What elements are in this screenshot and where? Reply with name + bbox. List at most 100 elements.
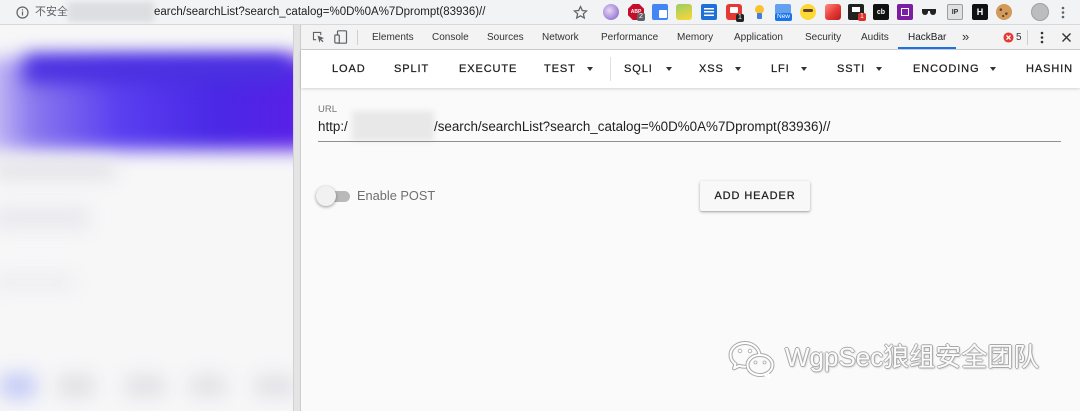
device-toolbar-icon[interactable] xyxy=(334,30,348,44)
ip-extension-icon[interactable]: IP xyxy=(947,4,963,20)
sunglasses-lens-left xyxy=(922,10,928,15)
tab-hackbar[interactable]: HackBar xyxy=(908,31,946,44)
split-button[interactable]: SPLIT xyxy=(394,61,429,77)
toggle-thumb xyxy=(316,186,336,206)
button-label: XSS xyxy=(699,63,724,75)
blurred-text-block xyxy=(0,161,115,179)
enable-post-toggle[interactable]: Enable POST xyxy=(315,185,437,207)
caret-down-icon xyxy=(800,67,807,71)
more-vert-icon[interactable] xyxy=(1040,31,1044,44)
translate-icon[interactable] xyxy=(652,4,668,20)
url-input-underline xyxy=(318,141,1061,142)
caret-down-icon xyxy=(990,67,997,71)
toolbar-separator xyxy=(1027,30,1028,45)
dark-extension-icon[interactable]: 1 xyxy=(848,4,866,21)
security-label[interactable]: 不安全 xyxy=(35,5,68,19)
button-label: SPLIT xyxy=(394,63,430,75)
button-label: LFI xyxy=(771,63,790,75)
error-count[interactable]: 5 xyxy=(1016,31,1022,44)
tab-elements[interactable]: Elements xyxy=(372,31,414,44)
caret-down-icon xyxy=(734,67,741,71)
active-tab-indicator xyxy=(898,47,956,49)
button-label: ENCODING xyxy=(913,63,980,75)
cookie-glyph xyxy=(996,4,1012,20)
lfi-menu-button[interactable]: LFI xyxy=(771,61,807,77)
blurred-icon xyxy=(125,375,165,397)
ssti-menu-button[interactable]: SSTI xyxy=(837,61,883,77)
cube-icon[interactable] xyxy=(825,4,841,20)
caret-down-icon xyxy=(665,67,672,71)
sunglasses-bridge xyxy=(922,9,936,11)
inspect-element-icon[interactable] xyxy=(312,31,325,44)
extension-label: cb xyxy=(876,8,886,16)
extension-badge: 1 xyxy=(858,13,866,21)
tab-memory[interactable]: Memory xyxy=(677,31,713,44)
pin-base xyxy=(757,13,762,19)
purple-box-detail xyxy=(901,8,909,16)
extension-badge: New xyxy=(775,13,793,21)
face-icon[interactable] xyxy=(800,4,816,20)
tab-network[interactable]: Network xyxy=(542,31,579,44)
face-glyph xyxy=(800,4,816,20)
sqli-menu-button[interactable]: SQLI xyxy=(624,61,672,77)
more-vert-icon[interactable] xyxy=(1061,6,1065,19)
address-bar-url[interactable]: earch/searchList?search_catalog=%0D%0A%7… xyxy=(154,5,485,19)
url-input[interactable]: http:/ /search/searchList?search_catalog… xyxy=(318,110,1061,142)
green-extension-icon[interactable] xyxy=(676,4,692,20)
button-label: TEST xyxy=(544,63,576,75)
tab-audits[interactable]: Audits xyxy=(861,31,889,44)
extension-label: H xyxy=(976,7,984,17)
blurred-icon xyxy=(190,375,226,397)
adblock-plus-icon[interactable]: ABP 2 xyxy=(628,4,645,21)
blurred-banner-top xyxy=(25,55,290,83)
cb-extension-icon[interactable]: cb xyxy=(873,4,889,20)
xss-menu-button[interactable]: XSS xyxy=(699,61,741,77)
info-icon[interactable] xyxy=(16,6,29,19)
tab-sources[interactable]: Sources xyxy=(487,31,524,44)
close-icon[interactable] xyxy=(1061,32,1072,43)
sunglasses-icon[interactable] xyxy=(921,4,937,20)
avatar[interactable] xyxy=(1031,3,1049,21)
execute-button[interactable]: EXECUTE xyxy=(459,61,517,77)
blurred-icon xyxy=(0,373,36,399)
blurred-text-block xyxy=(0,207,90,229)
purple-extension-glyph xyxy=(603,4,619,20)
devtools-splitter[interactable] xyxy=(293,25,301,411)
watermark-text: WgpSec狼组安全团队 xyxy=(785,342,1040,372)
dark-extension-detail xyxy=(852,7,860,12)
toolbar-divider xyxy=(610,57,611,81)
encoding-menu-button[interactable]: ENCODING xyxy=(913,61,997,77)
button-label: LOAD xyxy=(332,63,366,75)
tab-console[interactable]: Console xyxy=(432,31,469,44)
tab-application[interactable]: Application xyxy=(734,31,783,44)
hashing-menu-button[interactable]: HASHIN xyxy=(1026,61,1073,77)
pin-icon[interactable] xyxy=(751,4,767,20)
h-extension-icon[interactable]: H xyxy=(972,4,988,20)
button-label: EXECUTE xyxy=(459,63,518,75)
load-button[interactable]: LOAD xyxy=(332,61,366,77)
cookie-icon[interactable] xyxy=(996,4,1012,20)
web-page-content-blurred xyxy=(0,25,293,411)
redacted-region xyxy=(68,2,154,22)
error-icon[interactable] xyxy=(1003,32,1014,43)
star-icon[interactable] xyxy=(573,5,588,20)
tab-performance[interactable]: Performance xyxy=(601,31,658,44)
more-tabs-button[interactable]: » xyxy=(962,29,969,44)
enable-post-label: Enable POST xyxy=(357,188,436,203)
red-extension-icon[interactable]: 1 xyxy=(726,4,744,22)
purple-box-extension-icon[interactable] xyxy=(897,4,913,20)
list-lines xyxy=(704,8,714,16)
list-icon[interactable] xyxy=(701,4,717,20)
blurred-icon xyxy=(255,375,293,397)
sunglasses-lens-right xyxy=(930,10,936,15)
purple-extension-icon[interactable] xyxy=(603,4,619,20)
blue-extension-icon[interactable]: New xyxy=(775,4,793,21)
green-extension-glyph xyxy=(676,4,692,20)
face-glasses xyxy=(803,9,813,12)
test-menu-button[interactable]: TEST xyxy=(544,61,593,77)
add-header-button[interactable]: ADD HEADER xyxy=(700,181,810,211)
wechat-icon xyxy=(728,341,775,378)
tab-security[interactable]: Security xyxy=(805,31,841,44)
caret-down-icon xyxy=(586,67,593,71)
blurred-text-block xyxy=(0,275,75,289)
